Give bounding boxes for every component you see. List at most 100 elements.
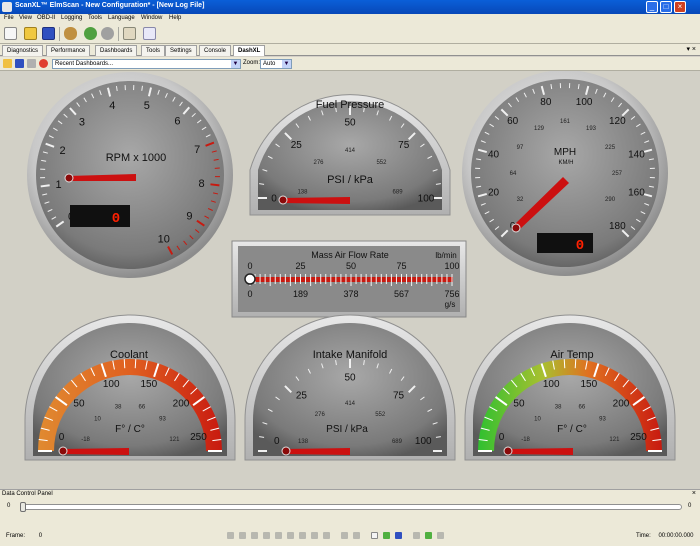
tick-label: 414 bbox=[345, 401, 356, 407]
title-bar: ScanXL™ ElmScan - New Configuration* - [… bbox=[0, 0, 700, 14]
settings-icon[interactable] bbox=[123, 27, 136, 40]
tick-label: 1 bbox=[56, 179, 62, 191]
airtemp-unit: F° / C° bbox=[557, 424, 587, 435]
open-icon[interactable] bbox=[24, 27, 37, 40]
tick-label: 2 bbox=[59, 145, 65, 157]
tick-label: 225 bbox=[605, 145, 616, 151]
record-log-icon[interactable] bbox=[383, 532, 390, 539]
tick-label: 10 bbox=[534, 417, 541, 423]
tick-label: -18 bbox=[81, 437, 90, 443]
menu-tools[interactable]: Tools bbox=[88, 15, 102, 21]
properties-icon[interactable] bbox=[27, 59, 36, 68]
about-icon[interactable] bbox=[143, 27, 156, 40]
menu-file[interactable]: File bbox=[4, 15, 14, 21]
toolbar-separator bbox=[118, 27, 119, 41]
tick-label: 552 bbox=[376, 160, 387, 166]
fast-forward-icon[interactable] bbox=[311, 532, 318, 539]
airtemp-title: Air Temp bbox=[550, 349, 593, 361]
tab-tools[interactable]: Tools bbox=[141, 45, 166, 56]
mph-needle-hub bbox=[511, 223, 521, 233]
tab-dashxl[interactable]: DashXL bbox=[233, 45, 266, 56]
car-icon[interactable] bbox=[64, 27, 77, 40]
app-icon bbox=[2, 2, 12, 12]
airtemp-needle bbox=[507, 448, 573, 455]
tab-settings[interactable]: Settings bbox=[165, 45, 197, 56]
intake-title: Intake Manifold bbox=[313, 349, 388, 361]
data-control-panel: Data Control Panel × 0 0 Frame: 0 Time: … bbox=[0, 489, 700, 546]
frame-slider-thumb[interactable] bbox=[20, 502, 26, 512]
marker-icon[interactable] bbox=[413, 532, 420, 539]
tick-label: 75 bbox=[393, 391, 405, 402]
kmh-label: KM/H bbox=[559, 160, 574, 166]
menu-logging[interactable]: Logging bbox=[61, 15, 82, 21]
step-back-icon[interactable] bbox=[251, 532, 258, 539]
dashboard-select[interactable]: Recent Dashboards... ▼ bbox=[52, 59, 241, 69]
close-button[interactable]: × bbox=[674, 1, 686, 13]
tab-dashboards[interactable]: Dashboards bbox=[95, 45, 138, 56]
tick-label: 0 bbox=[59, 432, 65, 443]
tick-label: 180 bbox=[609, 221, 626, 232]
zoom-select[interactable]: Auto ▼ bbox=[260, 59, 292, 69]
tick-label: 9 bbox=[186, 210, 192, 222]
gauges-svg: 012345678910 RPM x 1000 0 0255075100 138… bbox=[24, 71, 676, 461]
coolant-needle bbox=[62, 448, 129, 455]
last-frame-icon[interactable] bbox=[323, 532, 330, 539]
tick-label: 138 bbox=[298, 439, 309, 445]
tick-label: 276 bbox=[314, 160, 325, 166]
maf-top-label: 75 bbox=[396, 261, 406, 271]
tick-label: 38 bbox=[555, 405, 562, 411]
loop-icon[interactable] bbox=[341, 532, 348, 539]
play-back-icon[interactable] bbox=[263, 532, 270, 539]
tab-controls[interactable]: ▾ × bbox=[686, 45, 696, 53]
maf-unit-bottom: g/s bbox=[445, 300, 456, 309]
rpm-gauge: 012345678910 RPM x 1000 0 bbox=[27, 72, 233, 278]
close-icon[interactable]: × bbox=[692, 490, 696, 497]
intake-manifold-gauge: 0 25 50 75 100 138 276 414 552 689 Intake Manifo… bbox=[244, 314, 456, 461]
frame-slider[interactable] bbox=[22, 504, 682, 510]
save-icon[interactable] bbox=[42, 27, 55, 40]
open-dashboard-icon[interactable] bbox=[3, 59, 12, 68]
tick-label: 689 bbox=[392, 439, 403, 445]
save-dashboard-icon[interactable] bbox=[15, 59, 24, 68]
stop-icon[interactable] bbox=[275, 532, 282, 539]
menu-help[interactable]: Help bbox=[169, 15, 181, 21]
coolant-needle-hub bbox=[58, 446, 68, 456]
tick-label: 150 bbox=[140, 379, 157, 390]
tick-label: 200 bbox=[613, 399, 630, 410]
tab-performance[interactable]: Performance bbox=[46, 45, 91, 56]
menu-window[interactable]: Window bbox=[141, 15, 162, 21]
mph-digital-display bbox=[537, 233, 593, 253]
toolbar-separator bbox=[59, 27, 60, 41]
zoom-select-value: Auto bbox=[263, 61, 276, 67]
rewind-icon[interactable] bbox=[239, 532, 246, 539]
first-frame-icon[interactable] bbox=[227, 532, 234, 539]
tick-label: 50 bbox=[344, 373, 356, 384]
maf-bottom-label: 756 bbox=[444, 289, 459, 299]
step-forward-icon[interactable] bbox=[299, 532, 306, 539]
time-value: 00:00:00.000 bbox=[658, 533, 694, 539]
disconnect-icon[interactable] bbox=[101, 27, 114, 40]
mph-digital-value: 0 bbox=[576, 238, 584, 254]
coolant-unit: F° / C° bbox=[115, 424, 145, 435]
menu-language[interactable]: Language bbox=[108, 15, 135, 21]
record-icon[interactable] bbox=[39, 59, 48, 68]
tick-label: 5 bbox=[144, 100, 150, 112]
tab-strip: Diagnostics Performance Dashboards Tools… bbox=[0, 44, 700, 56]
minimize-button[interactable]: _ bbox=[646, 1, 658, 13]
new-icon[interactable] bbox=[4, 27, 17, 40]
menu-obd[interactable]: OBD-II bbox=[37, 15, 55, 21]
play-icon[interactable] bbox=[287, 532, 294, 539]
speed-icon[interactable] bbox=[353, 532, 360, 539]
tab-console[interactable]: Console bbox=[199, 45, 232, 56]
tab-diagnostics[interactable]: Diagnostics bbox=[2, 45, 44, 56]
tick-label: 25 bbox=[296, 391, 308, 402]
export-icon[interactable] bbox=[425, 532, 432, 539]
save-log-icon[interactable] bbox=[395, 532, 402, 539]
tick-label: 66 bbox=[139, 405, 146, 411]
new-log-icon[interactable] bbox=[371, 532, 378, 539]
maximize-button[interactable]: □ bbox=[660, 1, 672, 13]
connect-icon[interactable] bbox=[84, 27, 97, 40]
tick-label: 250 bbox=[630, 432, 647, 443]
options-icon[interactable] bbox=[437, 532, 444, 539]
menu-view[interactable]: View bbox=[19, 15, 32, 21]
